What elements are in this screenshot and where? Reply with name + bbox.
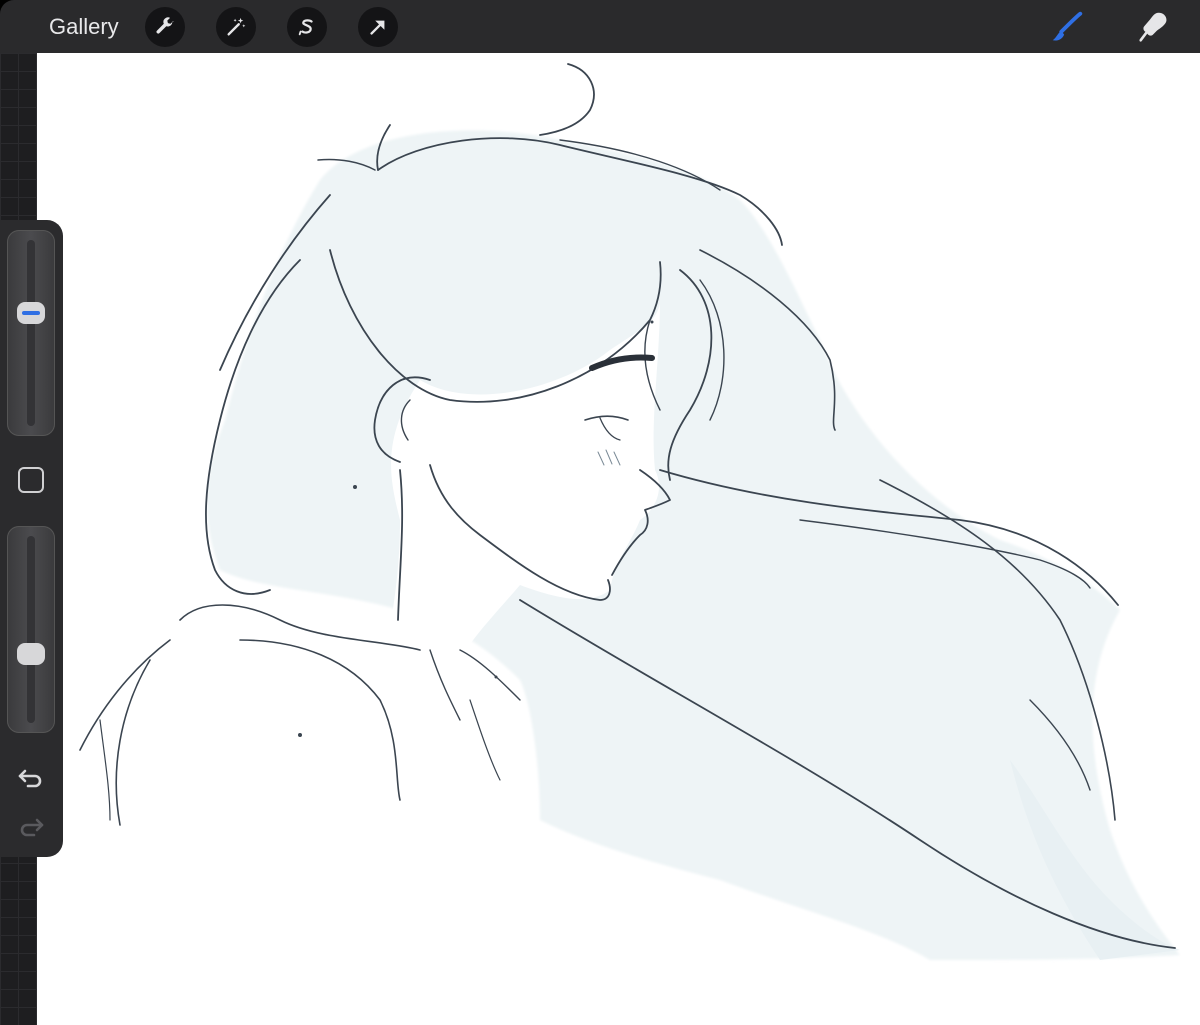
ink-dot <box>650 320 654 324</box>
transform-button[interactable] <box>358 7 398 47</box>
ink-dot <box>494 675 498 679</box>
adjustments-button[interactable] <box>216 7 256 47</box>
modify-button[interactable] <box>18 467 44 493</box>
brush-size-slider[interactable] <box>7 230 55 436</box>
brush-icon <box>1052 11 1083 41</box>
drawing-canvas[interactable] <box>37 53 1200 1025</box>
shoulder-stroke <box>99 719 111 821</box>
brush-size-groove <box>27 240 35 426</box>
smudge-tool-button[interactable] <box>1133 8 1173 46</box>
shoulder-stroke <box>239 639 401 801</box>
transform-arrow-icon <box>370 20 385 35</box>
hair-stroke <box>539 63 595 136</box>
redo-icon <box>20 818 44 837</box>
top-toolbar: Gallery <box>0 0 1200 53</box>
shoulder-stroke <box>79 639 171 751</box>
ink-dot <box>353 485 357 489</box>
selection-s-icon <box>298 19 313 36</box>
opacity-groove <box>27 536 35 723</box>
shoulder-stroke <box>469 699 501 781</box>
window-corner <box>0 0 28 28</box>
redo-button[interactable] <box>16 810 46 840</box>
brush-size-thumb[interactable] <box>17 302 45 325</box>
opacity-thumb[interactable] <box>17 643 45 666</box>
magic-wand-icon <box>227 17 246 36</box>
ink-dot <box>298 733 302 737</box>
smudge-icon <box>1139 12 1167 42</box>
actions-button[interactable] <box>145 7 185 47</box>
opacity-slider[interactable] <box>7 526 55 733</box>
brush-tool-button[interactable] <box>1047 8 1087 46</box>
shoulder-stroke <box>115 659 151 826</box>
left-sidebar <box>0 220 63 857</box>
shoulder-stroke <box>179 604 421 651</box>
wrench-icon <box>156 17 174 34</box>
selection-button[interactable] <box>287 7 327 47</box>
gallery-button[interactable]: Gallery <box>49 12 119 42</box>
sketch-drawing <box>79 63 1180 961</box>
brush-size-indicator <box>22 311 40 316</box>
undo-icon <box>18 769 42 788</box>
undo-button[interactable] <box>16 761 46 791</box>
